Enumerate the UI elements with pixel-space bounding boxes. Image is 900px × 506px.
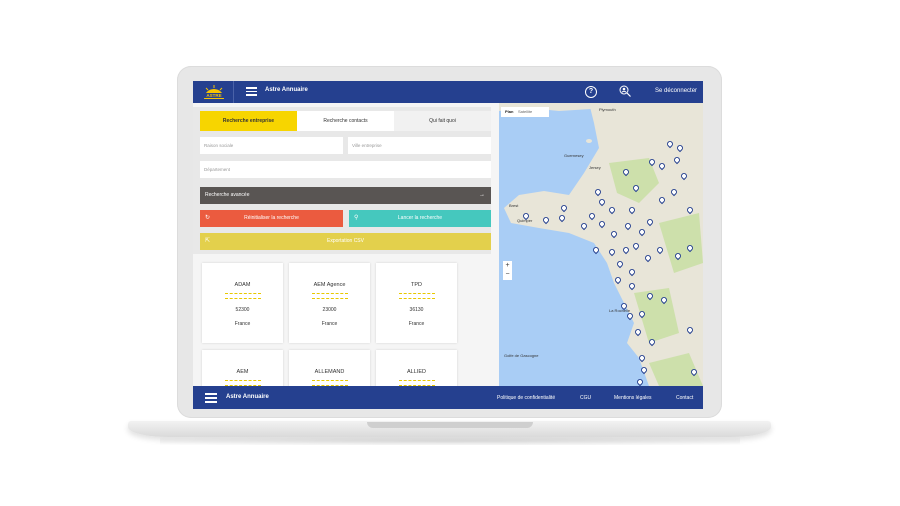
- country: France: [408, 321, 425, 327]
- result-card[interactable]: ALLEMAND: [289, 350, 370, 389]
- footer-link-privacy[interactable]: Politique de confidentialité: [497, 395, 555, 401]
- map-label-plymouth: Plymouth: [599, 107, 616, 112]
- result-card[interactable]: AEM Agence 23000 France: [289, 263, 370, 343]
- company-name: AEM: [236, 369, 249, 375]
- help-icon[interactable]: ?: [585, 86, 597, 98]
- launch-search-button[interactable]: ⚲ Lancer la recherche: [349, 210, 491, 227]
- postcode: 36130: [409, 307, 424, 313]
- company-name: ADAM: [234, 282, 251, 288]
- advanced-search-button[interactable]: Recherche avancée →: [200, 187, 491, 204]
- logo-text: ASTRE: [206, 93, 221, 98]
- app-title: Astre Annuaire: [265, 87, 308, 93]
- launch-search-label: Lancer la recherche: [397, 215, 443, 221]
- top-bar: ASTRE Astre Annuaire ? Se déconnecter: [193, 81, 703, 103]
- footer-app-title: Astre Annuaire: [226, 394, 269, 400]
- user-search-icon[interactable]: [619, 85, 631, 97]
- zoom-control[interactable]: + −: [503, 261, 512, 280]
- results-grid: ADAM 52300 France AEM Agence 23000 Franc…: [193, 259, 499, 389]
- raison-sociale-input[interactable]: Raison sociale: [200, 137, 343, 154]
- reset-search-button[interactable]: ↻ Réinitialiser la recherche: [200, 210, 343, 227]
- map-label-golfe: Golfe de Gascogne: [504, 353, 539, 358]
- export-csv-label: Exportation CSV: [327, 238, 364, 244]
- map-label-guernsey: Guernesey: [564, 153, 584, 158]
- company-name: ALLIED: [407, 369, 426, 375]
- map-type-satellite[interactable]: Satellite: [518, 107, 532, 117]
- result-card[interactable]: AEM: [202, 350, 283, 389]
- header-divider: [233, 81, 234, 103]
- country: France: [234, 321, 251, 327]
- map-label-jersey: Jersey: [589, 165, 601, 170]
- map-label-brest: Brest: [509, 203, 519, 208]
- departement-input[interactable]: Département: [200, 161, 491, 178]
- zoom-in-button[interactable]: +: [503, 261, 512, 270]
- footer-menu-icon[interactable]: [205, 393, 217, 403]
- map-type-plan[interactable]: Plan: [505, 107, 513, 117]
- card-divider: [224, 293, 261, 299]
- zoom-out-button[interactable]: −: [503, 270, 512, 279]
- export-csv-button[interactable]: ⇱ Exportation CSV: [200, 233, 491, 250]
- map-type-control[interactable]: Plan Satellite: [501, 107, 549, 117]
- laptop-notch: [367, 422, 533, 428]
- left-panel: Recherche entreprise Recherche contacts …: [193, 103, 499, 389]
- result-card[interactable]: TPD 36130 France: [376, 263, 457, 343]
- postcode: 23000: [322, 307, 337, 313]
- menu-icon[interactable]: [246, 87, 257, 96]
- logout-link[interactable]: Se déconnecter: [655, 88, 697, 94]
- company-name: TPD: [411, 282, 422, 288]
- country: France: [321, 321, 338, 327]
- footer-link-cgu[interactable]: CGU: [580, 395, 591, 401]
- astre-logo[interactable]: ASTRE: [201, 84, 227, 100]
- result-card[interactable]: ADAM 52300 France: [202, 263, 283, 343]
- result-card[interactable]: ALLIED: [376, 350, 457, 389]
- arrow-right-icon: →: [479, 192, 485, 198]
- company-name: ALLEMAND: [314, 369, 345, 375]
- map-label-la-rochelle: La Rochelle: [609, 308, 631, 313]
- footer: Astre Annuaire Politique de confidential…: [193, 386, 703, 409]
- tab-recherche-contacts[interactable]: Recherche contacts: [297, 111, 394, 131]
- reset-search-label: Réinitialiser la recherche: [244, 215, 299, 221]
- postcode: 52300: [235, 307, 250, 313]
- tab-qui-fait-quoi[interactable]: Qui fait quoi: [394, 111, 491, 131]
- tab-recherche-entreprise[interactable]: Recherche entreprise: [200, 111, 297, 131]
- card-divider: [311, 293, 348, 299]
- search-panel: Recherche entreprise Recherche contacts …: [193, 107, 491, 254]
- card-divider: [398, 293, 435, 299]
- laptop-shadow: [160, 437, 740, 445]
- screen: ASTRE Astre Annuaire ? Se déconnecter Re…: [193, 81, 703, 409]
- company-name: AEM Agence: [313, 282, 346, 288]
- map-view[interactable]: Plan Satellite Plymouth Guernesey Jersey…: [499, 103, 703, 386]
- footer-link-legal[interactable]: Mentions légales: [614, 395, 652, 401]
- ville-entreprise-input[interactable]: Ville entreprise: [348, 137, 491, 154]
- advanced-search-label: Recherche avancée: [205, 192, 250, 198]
- footer-link-contact[interactable]: Contact: [676, 395, 693, 401]
